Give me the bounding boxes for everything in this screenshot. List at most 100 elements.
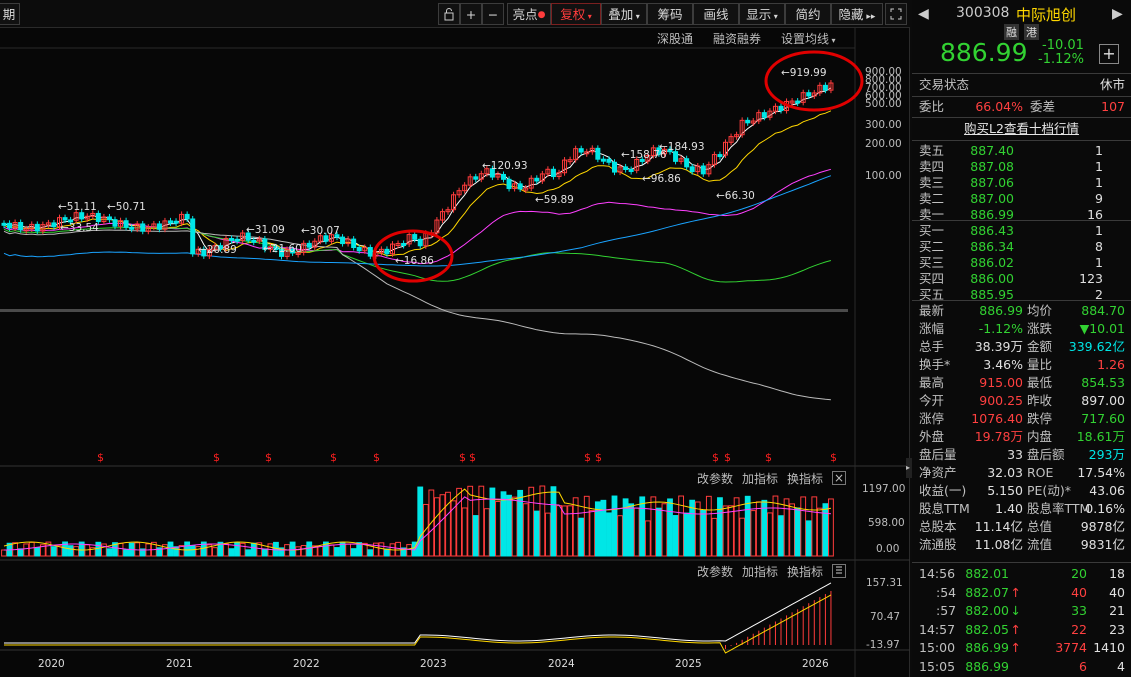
stat-label: 股息TTM	[919, 501, 970, 516]
tick-volume: 40	[1071, 584, 1087, 600]
quote-panel: ◀ ▶ 300308 中际旭创 融 港 886.99 -10.01 -1.12%…	[912, 0, 1131, 677]
volume-bar	[228, 548, 235, 557]
macd-add-indicator-button[interactable]: 加指标	[742, 563, 778, 581]
tick-time: :57	[936, 603, 957, 618]
stat-value: 9831亿	[1080, 537, 1125, 552]
volume-bar	[461, 507, 468, 557]
stat-label: 总股本	[919, 519, 957, 534]
tick-volume: 6	[1079, 658, 1087, 674]
stat-value: 11.08亿	[974, 537, 1023, 552]
price-annotation: ←21.60	[263, 243, 302, 255]
volume-bar	[633, 507, 640, 557]
volume-bar	[345, 543, 352, 557]
trade-status-row: 交易状态 休市	[912, 76, 1131, 94]
volume-bar	[750, 510, 757, 557]
volume-bar	[672, 515, 679, 557]
macd-switch-indicator-button[interactable]: 换指标	[787, 563, 823, 581]
tick-volume: 22	[1071, 621, 1087, 637]
price-tick: 100.00	[865, 170, 902, 182]
candle-body	[306, 242, 312, 248]
volume-bar	[489, 487, 496, 557]
candle-body	[62, 217, 68, 221]
volume-bar	[533, 510, 540, 557]
volume-bar	[722, 505, 729, 557]
vol-close-icon[interactable]: ×	[832, 471, 846, 485]
volume-bar	[828, 498, 834, 557]
tick-count: 1410	[1093, 640, 1125, 655]
candle-body	[612, 161, 617, 173]
stat-row: 流通股 11.08亿 流值 9831亿	[912, 536, 1131, 554]
macd-lines	[4, 582, 832, 654]
price-tick: 300.00	[865, 119, 902, 131]
volume-bar	[495, 501, 501, 557]
candle-body	[51, 222, 57, 228]
candle-body	[506, 178, 512, 189]
tick-price: 882.05	[965, 621, 1009, 637]
price-axis: 900.00 800.00 700.00 600.00 500.00	[865, 67, 902, 110]
volume-bar	[528, 486, 535, 557]
tick-time: 15:00	[919, 640, 956, 655]
event-marker: $	[265, 451, 272, 464]
price-annotation: ←51.11	[58, 201, 97, 213]
vol-add-indicator-button[interactable]: 加指标	[742, 470, 778, 488]
stat-label: 收益(一)	[919, 483, 967, 498]
stock-name: 中际旭创	[1016, 6, 1077, 24]
candle-body	[417, 238, 423, 247]
price-change-pct: -1.12%	[1038, 52, 1084, 67]
order-ratio-row: 委比 66.04% 委差 107	[912, 98, 1131, 116]
year-label: 2021	[166, 658, 193, 670]
price-annotation: ←20.89	[198, 244, 237, 256]
prev-stock-icon[interactable]: ◀	[918, 6, 929, 22]
stat-value: 886.99	[979, 303, 1023, 318]
vol-tick: 1197.00	[862, 483, 906, 495]
volume-bar	[350, 548, 357, 557]
l2-link[interactable]: 购买L2查看十档行情	[912, 120, 1131, 138]
candle-body	[534, 177, 540, 182]
candle-body	[795, 100, 801, 104]
add-watchlist-icon[interactable]: +	[1099, 44, 1119, 64]
volume-bar	[694, 501, 701, 557]
price-annotation: ←31.09	[246, 224, 285, 236]
kline-chart-area[interactable]: 期 + − 亮点● 复权 ▾ 叠加 ▾ 筹码 画线 显示 ▾ 简约 隐藏 ▸▸ …	[0, 0, 910, 677]
macd-dif-line	[4, 582, 832, 644]
stat-value: 5.150	[987, 483, 1023, 498]
event-marker: $	[459, 451, 466, 464]
vol-params-button[interactable]: 改参数	[697, 470, 733, 488]
candle-body	[689, 166, 695, 173]
macd-params-button[interactable]: 改参数	[697, 563, 733, 581]
volume-bar	[717, 497, 723, 557]
price-change: -10.01	[1042, 38, 1084, 53]
volume-bar	[417, 486, 424, 557]
price-tick: 500.00	[865, 98, 902, 110]
trade-status-label: 交易状态	[919, 77, 970, 92]
stat-value: -1.12%	[978, 321, 1023, 336]
stat-value: 900.25	[979, 393, 1023, 408]
wb-value: 66.04%	[975, 99, 1023, 114]
stat-row: 最高 915.00 最低 854.53	[912, 374, 1131, 392]
macd-dea-line	[4, 594, 832, 654]
candle-body	[717, 154, 723, 158]
stat-label: PE(动)*	[1027, 483, 1071, 498]
tick-volume: 33	[1071, 603, 1087, 618]
volume-bar	[611, 495, 618, 557]
tick-time: 15:05	[919, 658, 956, 674]
volume-bar	[589, 510, 596, 557]
macd-close-icon[interactable]	[832, 564, 846, 578]
event-marker: $	[765, 451, 772, 464]
next-stock-icon[interactable]: ▶	[1112, 6, 1123, 22]
volume-bar	[755, 501, 762, 557]
stat-label: 涨停	[919, 411, 945, 426]
macd-tick: 70.47	[870, 611, 901, 623]
event-marker: $	[469, 451, 476, 464]
vol-switch-indicator-button[interactable]: 换指标	[787, 470, 823, 488]
tick-arrow-icon: ↓	[1010, 603, 1021, 618]
volume-bar	[167, 541, 174, 557]
volume-bar	[289, 541, 296, 557]
volume-bar	[705, 495, 712, 557]
candle-body	[822, 84, 828, 91]
tick-row: 15:00 886.99 ↑ 3774 1410	[912, 639, 1131, 657]
volume-bar	[422, 503, 429, 557]
stat-label: 换手*	[919, 357, 951, 372]
ma-line	[3, 110, 832, 257]
tick-arrow-icon: ↑	[1010, 640, 1021, 655]
